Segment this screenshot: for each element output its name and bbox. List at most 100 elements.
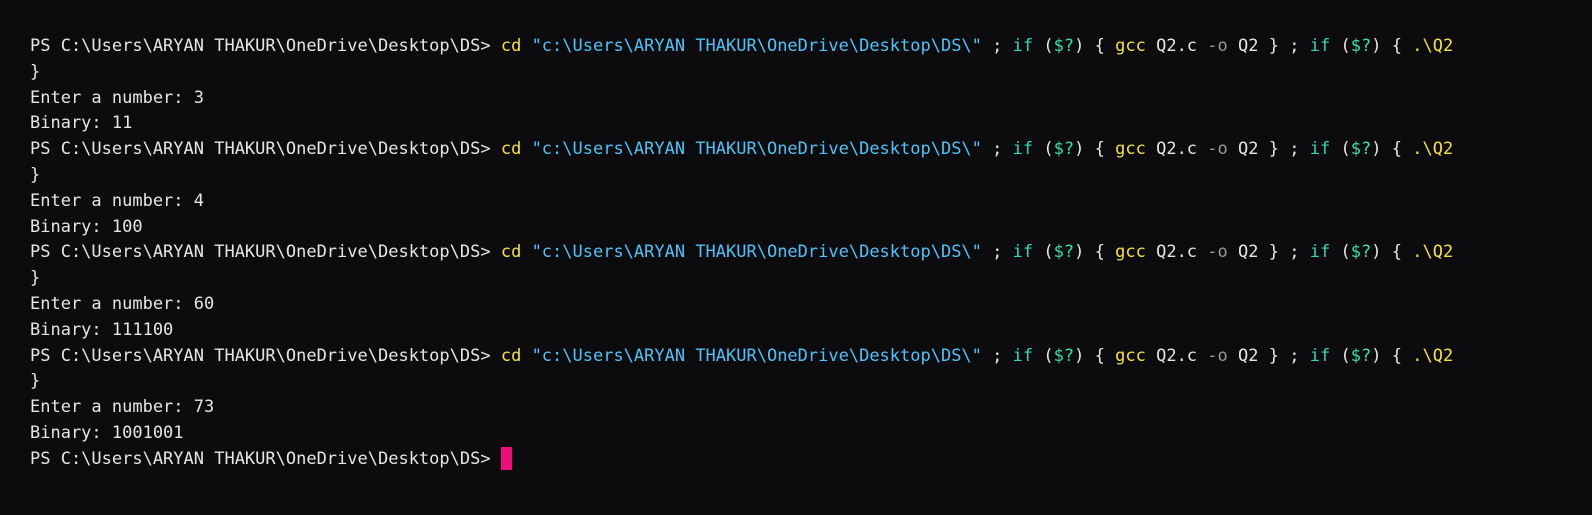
separator: ; bbox=[992, 345, 1003, 366]
separator: ; bbox=[1289, 345, 1300, 366]
output-line: Binary: 11 bbox=[30, 113, 133, 134]
separator: ; bbox=[992, 242, 1003, 263]
output-name: Q2 bbox=[1238, 242, 1259, 263]
brace: { bbox=[1094, 36, 1105, 56]
status-variable: $? bbox=[1350, 36, 1372, 56]
if-keyword: if bbox=[1012, 242, 1034, 263]
prompt: PS C:\Users\ARYAN THAKUR\OneDrive\Deskto… bbox=[30, 448, 491, 469]
prompt: PS C:\Users\ARYAN THAKUR\OneDrive\Deskto… bbox=[30, 242, 491, 263]
separator: ; bbox=[992, 36, 1003, 56]
if-keyword: if bbox=[1012, 36, 1034, 56]
gcc-command: gcc bbox=[1115, 36, 1146, 56]
if-keyword: if bbox=[1309, 242, 1331, 263]
if-keyword: if bbox=[1012, 345, 1034, 366]
cd-command: cd bbox=[500, 139, 522, 160]
path-string: "c:\Users\ARYAN THAKUR\OneDrive\Desktop\… bbox=[531, 36, 982, 56]
separator: ; bbox=[1289, 139, 1300, 160]
paren: ) bbox=[1074, 139, 1085, 160]
source-file: Q2.c bbox=[1156, 345, 1198, 366]
brace: { bbox=[1094, 242, 1105, 263]
brace: } bbox=[1268, 242, 1280, 263]
path-string: "c:\Users\ARYAN THAKUR\OneDrive\Desktop\… bbox=[531, 139, 982, 160]
cd-command: cd bbox=[500, 242, 522, 263]
paren: ( bbox=[1340, 242, 1351, 263]
command-line: PS C:\Users\ARYAN THAKUR\OneDrive\Deskto… bbox=[30, 344, 1592, 370]
prompt: PS C:\Users\ARYAN THAKUR\OneDrive\Deskto… bbox=[30, 139, 491, 160]
cd-command: cd bbox=[500, 36, 522, 56]
status-variable: $? bbox=[1053, 36, 1075, 56]
paren: ( bbox=[1340, 139, 1351, 160]
brace: { bbox=[1094, 139, 1105, 160]
source-file: Q2.c bbox=[1156, 139, 1198, 160]
paren: ( bbox=[1340, 36, 1351, 56]
continuation-line: } bbox=[30, 371, 41, 392]
status-variable: $? bbox=[1053, 242, 1075, 263]
paren: ) bbox=[1371, 36, 1382, 56]
path-string: "c:\Users\ARYAN THAKUR\OneDrive\Desktop\… bbox=[531, 345, 982, 366]
status-variable: $? bbox=[1350, 139, 1372, 160]
paren: ( bbox=[1340, 345, 1351, 366]
prompt: PS C:\Users\ARYAN THAKUR\OneDrive\Deskto… bbox=[30, 36, 491, 56]
paren: ( bbox=[1043, 36, 1054, 56]
continuation-line: } bbox=[30, 268, 41, 289]
output-line: Binary: 111100 bbox=[30, 319, 174, 340]
path-string: "c:\Users\ARYAN THAKUR\OneDrive\Desktop\… bbox=[531, 242, 982, 263]
output-name: Q2 bbox=[1238, 139, 1259, 160]
brace: { bbox=[1391, 345, 1402, 366]
paren: ) bbox=[1074, 242, 1085, 263]
separator: ; bbox=[1289, 36, 1300, 56]
separator: ; bbox=[992, 139, 1003, 160]
exec-command: .\Q2 bbox=[1412, 36, 1454, 56]
paren: ) bbox=[1074, 345, 1085, 366]
if-keyword: if bbox=[1309, 139, 1331, 160]
paren: ( bbox=[1043, 345, 1054, 366]
brace: } bbox=[1268, 345, 1280, 366]
paren: ) bbox=[1371, 345, 1382, 366]
if-keyword: if bbox=[1309, 36, 1331, 56]
source-file: Q2.c bbox=[1156, 242, 1198, 263]
status-variable: $? bbox=[1350, 242, 1372, 263]
status-variable: $? bbox=[1053, 139, 1075, 160]
brace: { bbox=[1391, 139, 1402, 160]
output-flag: -o bbox=[1207, 242, 1228, 263]
output-line: Binary: 1001001 bbox=[30, 422, 184, 443]
continuation-line: } bbox=[30, 61, 41, 82]
cursor[interactable] bbox=[500, 446, 512, 470]
output-line: Binary: 100 bbox=[30, 216, 143, 237]
input-line: Enter a number: 60 bbox=[30, 293, 215, 314]
output-flag: -o bbox=[1207, 139, 1228, 160]
paren: ( bbox=[1043, 139, 1054, 160]
continuation-line: } bbox=[30, 164, 41, 185]
paren: ) bbox=[1371, 139, 1382, 160]
prompt: PS C:\Users\ARYAN THAKUR\OneDrive\Deskto… bbox=[30, 345, 491, 366]
brace: } bbox=[1268, 36, 1280, 56]
output-flag: -o bbox=[1207, 36, 1228, 56]
paren: ( bbox=[1043, 242, 1054, 263]
command-line: PS C:\Users\ARYAN THAKUR\OneDrive\Deskto… bbox=[30, 240, 1592, 266]
active-prompt-line[interactable]: PS C:\Users\ARYAN THAKUR\OneDrive\Deskto… bbox=[30, 446, 1592, 473]
cd-command: cd bbox=[500, 345, 522, 366]
brace: { bbox=[1391, 242, 1402, 263]
output-name: Q2 bbox=[1238, 345, 1259, 366]
exec-command: .\Q2 bbox=[1412, 345, 1454, 366]
brace: } bbox=[1268, 139, 1280, 160]
exec-command: .\Q2 bbox=[1412, 242, 1454, 263]
exec-command: .\Q2 bbox=[1412, 139, 1454, 160]
command-line: PS C:\Users\ARYAN THAKUR\OneDrive\Deskto… bbox=[30, 34, 1592, 60]
gcc-command: gcc bbox=[1115, 139, 1146, 160]
input-line: Enter a number: 3 bbox=[30, 87, 204, 108]
terminal-output[interactable]: PS C:\Users\ARYAN THAKUR\OneDrive\Deskto… bbox=[30, 34, 1592, 515]
source-file: Q2.c bbox=[1156, 36, 1198, 56]
status-variable: $? bbox=[1053, 345, 1075, 366]
paren: ) bbox=[1371, 242, 1382, 263]
separator: ; bbox=[1289, 242, 1300, 263]
brace: { bbox=[1391, 36, 1402, 56]
paren: ) bbox=[1074, 36, 1085, 56]
input-line: Enter a number: 4 bbox=[30, 190, 204, 211]
output-flag: -o bbox=[1207, 345, 1228, 366]
gcc-command: gcc bbox=[1115, 242, 1146, 263]
input-line: Enter a number: 73 bbox=[30, 397, 215, 418]
brace: { bbox=[1094, 345, 1105, 366]
output-name: Q2 bbox=[1238, 36, 1259, 56]
if-keyword: if bbox=[1012, 139, 1034, 160]
